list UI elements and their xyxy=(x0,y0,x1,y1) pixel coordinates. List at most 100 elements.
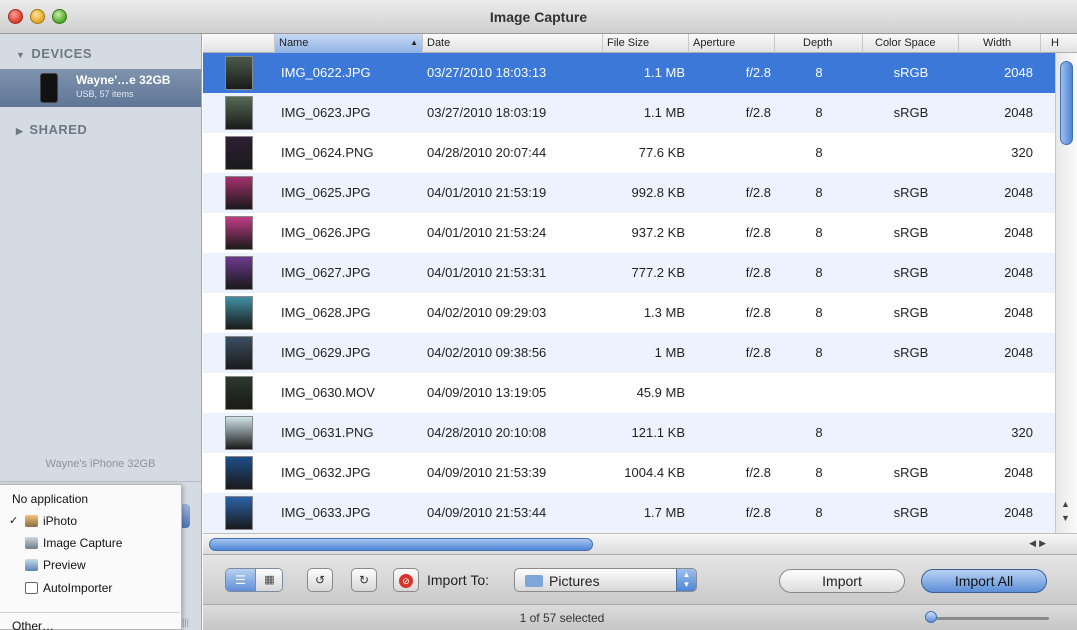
image-capture-icon xyxy=(25,537,38,549)
cell-depth: 8 xyxy=(815,65,823,80)
column-header-height[interactable]: H xyxy=(1041,34,1077,53)
thumbnail-image[interactable] xyxy=(225,176,253,210)
delete-button[interactable]: ⊘ xyxy=(393,568,419,592)
table-row[interactable]: IMG_0630.MOV 04/09/2010 13:19:05 45.9 MB xyxy=(203,373,1055,413)
devices-header-label: DEVICES xyxy=(31,46,92,61)
scroll-arrows-icon[interactable]: ▲ ▼ xyxy=(1061,497,1070,525)
cell-width: 2048 xyxy=(1004,265,1033,280)
rotate-right-button[interactable]: ↻ xyxy=(351,568,377,592)
thumbnail-image[interactable] xyxy=(225,136,253,170)
file-list-table: Name ▲ Date File Size Aperture Depth Col… xyxy=(203,34,1077,554)
vertical-scroll-thumb[interactable] xyxy=(1060,61,1073,145)
scroll-arrows-icon[interactable]: ◀▶ xyxy=(1029,538,1049,549)
thumbnail-image[interactable] xyxy=(225,96,253,130)
import-to-label: Import To: xyxy=(427,572,489,588)
column-header-name[interactable]: Name ▲ xyxy=(275,34,423,53)
table-row[interactable]: IMG_0629.JPG 04/02/2010 09:38:56 1 MB f/2.8… xyxy=(203,333,1055,373)
vertical-scrollbar[interactable]: ▲ ▼ xyxy=(1055,53,1077,533)
cell-depth: 8 xyxy=(815,505,823,520)
cell-depth: 8 xyxy=(815,225,823,240)
thumbnail-size-slider[interactable] xyxy=(933,617,1049,620)
horizontal-scrollbar[interactable]: ◀▶ xyxy=(203,533,1077,554)
table-row[interactable]: IMG_0633.JPG 04/09/2010 21:53:44 1.7 MB f/2… xyxy=(203,493,1055,533)
table-row[interactable]: IMG_0623.JPG 03/27/2010 18:03:19 1.1 MB f/2… xyxy=(203,93,1055,133)
table-row[interactable]: IMG_0624.PNG 04/28/2010 20:07:44 77.6 KB 8 3… xyxy=(203,133,1055,173)
thumbnail-image[interactable] xyxy=(225,416,253,450)
cell-width: 2048 xyxy=(1004,465,1033,480)
menu-item-label: No application xyxy=(12,492,89,506)
column-header-depth[interactable]: Depth xyxy=(775,34,863,53)
horizontal-scroll-thumb[interactable] xyxy=(209,538,593,551)
cell-name: IMG_0624.PNG xyxy=(281,145,374,160)
thumbnail-image[interactable] xyxy=(225,336,253,370)
cell-aperture: f/2.8 xyxy=(745,305,771,320)
menu-item-autoimporter[interactable]: AutoImporter xyxy=(0,577,180,599)
menu-item-label: iPhoto xyxy=(43,514,78,528)
column-header-color-space[interactable]: Color Space xyxy=(863,34,959,53)
thumbnail-image[interactable] xyxy=(225,296,253,330)
icon-view-icon[interactable]: ▦ xyxy=(255,569,282,591)
thumbnail-image[interactable] xyxy=(225,216,253,250)
menu-item-other[interactable]: Other… xyxy=(0,615,180,630)
connected-device-label: Wayne's iPhone 32GB xyxy=(45,458,156,470)
rotate-left-button[interactable]: ↺ xyxy=(307,568,333,592)
autoimporter-icon xyxy=(25,582,38,594)
shared-header-label: SHARED xyxy=(29,122,88,137)
shared-section-header[interactable]: ▶ SHARED xyxy=(16,122,87,137)
import-destination-value: Pictures xyxy=(549,573,600,589)
column-header-file-size[interactable]: File Size xyxy=(603,34,689,53)
thumbnail-size-slider-knob[interactable] xyxy=(925,611,937,623)
cell-file-size: 777.2 KB xyxy=(631,265,686,280)
import-destination-select[interactable]: Pictures ▲ ▼ xyxy=(514,568,697,592)
table-row[interactable]: IMG_0622.JPG 03/27/2010 18:03:13 1.1 MB f/2… xyxy=(203,53,1055,93)
delete-icon: ⊘ xyxy=(399,574,413,588)
cell-name: IMG_0630.MOV xyxy=(281,385,375,400)
column-header-thumbnail[interactable] xyxy=(203,34,275,53)
thumbnail-image[interactable] xyxy=(225,56,253,90)
table-row[interactable]: IMG_0628.JPG 04/02/2010 09:29:03 1.3 MB f/2… xyxy=(203,293,1055,333)
menu-item-no-application[interactable]: No application xyxy=(0,488,180,510)
list-view-icon[interactable]: ☰ xyxy=(226,569,255,591)
cell-date: 04/01/2010 21:53:31 xyxy=(427,265,547,280)
connect-app-popup-menu: No application ✓ iPhoto Image Capture Pr… xyxy=(0,484,182,630)
cell-aperture: f/2.8 xyxy=(745,505,771,520)
table-row[interactable]: IMG_0632.JPG 04/09/2010 21:53:39 1004.4 KB… xyxy=(203,453,1055,493)
menu-item-image-capture[interactable]: Image Capture xyxy=(0,532,180,554)
import-button[interactable]: Import xyxy=(779,569,905,593)
column-header-date[interactable]: Date xyxy=(423,34,603,53)
thumbnail-image[interactable] xyxy=(225,256,253,290)
import-all-button[interactable]: Import All xyxy=(921,569,1047,593)
cell-depth: 8 xyxy=(815,105,823,120)
window-title: Image Capture xyxy=(489,9,588,25)
cell-name: IMG_0631.PNG xyxy=(281,425,374,440)
table-row[interactable]: IMG_0625.JPG 04/01/2010 21:53:19 992.8 KB f… xyxy=(203,173,1055,213)
cell-date: 03/27/2010 18:03:13 xyxy=(427,65,547,80)
cell-file-size: 121.1 KB xyxy=(631,425,686,440)
menu-item-iphoto[interactable]: ✓ iPhoto xyxy=(0,510,180,532)
table-row[interactable]: IMG_0626.JPG 04/01/2010 21:53:24 937.2 KB f… xyxy=(203,213,1055,253)
menu-item-preview[interactable]: Preview xyxy=(0,554,180,576)
sidebar-resize-handle[interactable]: ||| xyxy=(182,617,194,629)
cell-name: IMG_0622.JPG xyxy=(281,65,371,80)
disclosure-triangle-icon: ▶ xyxy=(16,126,24,136)
preview-icon xyxy=(25,559,38,571)
cell-depth: 8 xyxy=(815,265,823,280)
devices-section-header[interactable]: ▼ DEVICES xyxy=(16,46,92,61)
thumbnail-image[interactable] xyxy=(225,456,253,490)
cell-name: IMG_0627.JPG xyxy=(281,265,371,280)
thumbnail-image[interactable] xyxy=(225,376,253,410)
cell-color-space: sRGB xyxy=(893,345,929,360)
cell-aperture: f/2.8 xyxy=(745,465,771,480)
device-name: Wayne'…e 32GB xyxy=(76,73,171,87)
cell-name: IMG_0625.JPG xyxy=(281,185,371,200)
column-header-aperture[interactable]: Aperture xyxy=(689,34,775,53)
cell-width: 2048 xyxy=(1004,305,1033,320)
column-header-width[interactable]: Width xyxy=(959,34,1041,53)
cell-file-size: 1.1 MB xyxy=(643,65,685,80)
table-row[interactable]: IMG_0627.JPG 04/01/2010 21:53:31 777.2 KB f… xyxy=(203,253,1055,293)
cell-aperture: f/2.8 xyxy=(745,65,771,80)
thumbnail-image[interactable] xyxy=(225,496,253,530)
cell-file-size: 992.8 KB xyxy=(631,185,686,200)
sidebar-item-device[interactable]: Wayne'…e 32GB USB, 57 items xyxy=(0,69,201,107)
table-row[interactable]: IMG_0631.PNG 04/28/2010 20:10:08 121.1 KB 8… xyxy=(203,413,1055,453)
